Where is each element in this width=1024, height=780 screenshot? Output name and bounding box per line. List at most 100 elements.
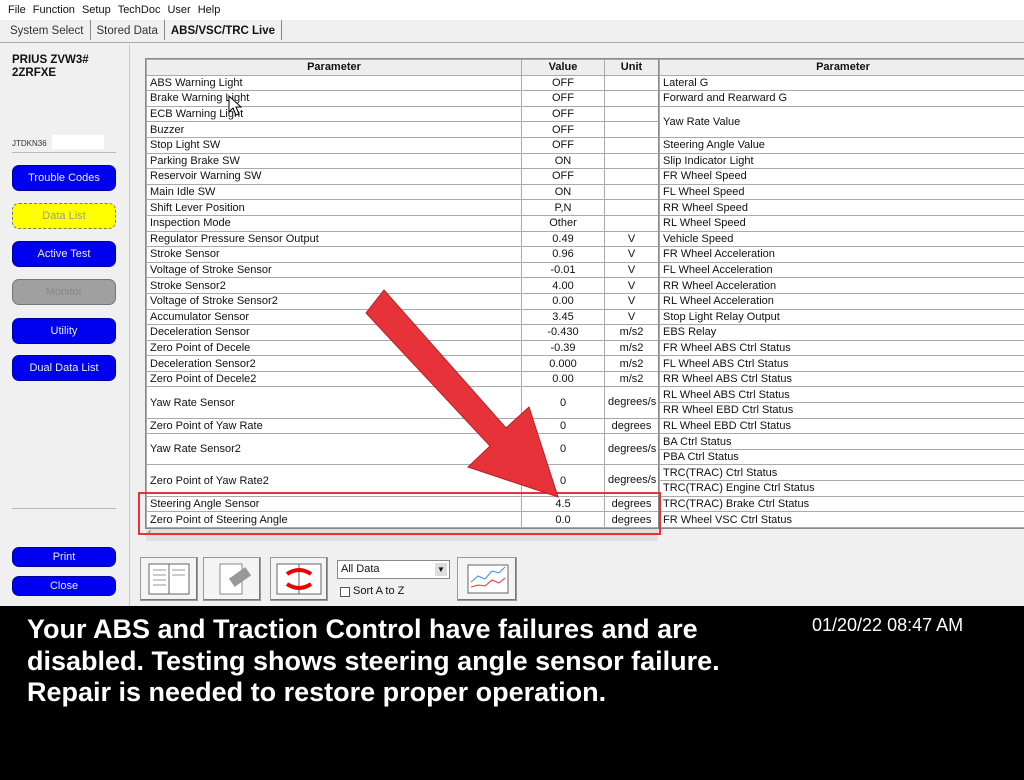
graph-button[interactable]	[457, 557, 517, 601]
divider	[12, 152, 116, 153]
table-row[interactable]: Deceleration Sensor2 0.000 m/s2	[146, 355, 659, 372]
table-row[interactable]: Shift Lever Position P,N	[146, 199, 659, 216]
utility-button[interactable]: Utility	[12, 318, 116, 344]
table-row[interactable]: Stroke Sensor2 4.00 V	[146, 277, 659, 294]
menu-techdoc[interactable]: TechDoc	[116, 0, 166, 20]
tab-stored-data[interactable]: Stored Data	[91, 20, 165, 40]
table-row[interactable]: Zero Point of Decele -0.39 m/s2	[146, 339, 659, 357]
table-row[interactable]: Buzzer OFF	[146, 121, 659, 138]
tab-system-select[interactable]: System Select	[4, 20, 91, 40]
menu-setup[interactable]: Setup	[80, 0, 116, 20]
table-row[interactable]: RR Wheel EBD Ctrl Status	[659, 402, 1024, 419]
print-button[interactable]: Print	[12, 547, 116, 567]
column-header-parameter[interactable]: Parameter	[659, 59, 1024, 76]
menu-function[interactable]: Function	[31, 0, 80, 20]
close-button[interactable]: Close	[12, 576, 116, 596]
table-row[interactable]: FL Wheel ABS Ctrl Status	[659, 355, 1024, 372]
column-header-value[interactable]: Value	[521, 59, 605, 76]
monitor-button[interactable]: Monitor	[12, 279, 116, 305]
edit-list-button[interactable]	[203, 557, 261, 601]
cell-param: Yaw Rate Sensor2	[146, 433, 522, 466]
table-row[interactable]: Stroke Sensor 0.96 V	[146, 246, 659, 263]
data-list-button[interactable]: Data List	[12, 203, 116, 229]
table-row[interactable]: Stop Light SW OFF	[146, 136, 659, 154]
table-row[interactable]: Vehicle Speed	[659, 230, 1024, 248]
table-row[interactable]: Zero Point of Yaw Rate 0 degrees	[146, 417, 659, 435]
sort-a-to-z-checkbox[interactable]	[340, 587, 350, 597]
table-row[interactable]: Voltage of Stroke Sensor2 0.00 V	[146, 292, 659, 310]
trouble-codes-button[interactable]: Trouble Codes	[12, 165, 116, 191]
table-row[interactable]: BA Ctrl Status	[659, 433, 1024, 450]
table-row[interactable]: Parking Brake SW ON	[146, 152, 659, 170]
cell-unit: m/s2	[604, 355, 659, 372]
cell-param: Zero Point of Decele2	[146, 370, 522, 388]
table-row[interactable]: Slip Indicator Light	[659, 152, 1024, 170]
table-row[interactable]: RR Wheel ABS Ctrl Status	[659, 370, 1024, 388]
table-row[interactable]: Regulator Pressure Sensor Output 0.49 V	[146, 230, 659, 248]
table-row[interactable]: Brake Warning Light OFF	[146, 90, 659, 107]
table-row[interactable]: FR Wheel Speed	[659, 168, 1024, 185]
table-row[interactable]: EBS Relay	[659, 324, 1024, 341]
cell-value: 0	[521, 386, 605, 419]
table-row[interactable]: Steering Angle Value	[659, 136, 1024, 154]
tab-abs-vsc-trc-live[interactable]: ABS/VSC/TRC Live	[165, 20, 283, 40]
column-header-parameter[interactable]: Parameter	[146, 59, 522, 76]
table-row[interactable]: FR Wheel ABS Ctrl Status	[659, 339, 1024, 357]
cell-param: RL Wheel EBD Ctrl Status	[659, 417, 1024, 435]
table-row[interactable]: Reservoir Warning SW OFF	[146, 168, 659, 185]
menu-user[interactable]: User	[165, 0, 195, 20]
table-row[interactable]: FL Wheel Speed	[659, 183, 1024, 201]
table-row[interactable]: Forward and Rearward G	[659, 90, 1024, 107]
table-row[interactable]: Main Idle SW ON	[146, 183, 659, 201]
table-row[interactable]: Yaw Rate Value	[659, 105, 1024, 138]
cell-param: Deceleration Sensor	[146, 324, 522, 341]
cell-param: Yaw Rate Value	[659, 105, 1024, 138]
column-header-unit[interactable]: Unit	[604, 59, 659, 76]
menu-file[interactable]: File	[6, 0, 31, 20]
table-row[interactable]: RL Wheel ABS Ctrl Status	[659, 386, 1024, 404]
table-row[interactable]: ABS Warning Light OFF	[146, 74, 659, 92]
table-row[interactable]: TRC(TRAC) Engine Ctrl Status	[659, 480, 1024, 497]
table-row[interactable]: PBA Ctrl Status	[659, 448, 1024, 466]
table-row[interactable]: Deceleration Sensor -0.430 m/s2	[146, 324, 659, 341]
table-row[interactable]: RL Wheel Speed	[659, 214, 1024, 232]
table-row[interactable]: TRC(TRAC) Ctrl Status	[659, 464, 1024, 482]
divider	[12, 508, 116, 509]
table-row[interactable]: Yaw Rate Sensor2 0 degrees/s	[146, 433, 659, 466]
table-row[interactable]: Voltage of Stroke Sensor -0.01 V	[146, 261, 659, 279]
cell-value: 0.96	[521, 246, 605, 263]
table-row[interactable]: FR Wheel VSC Ctrl Status	[659, 511, 1024, 528]
active-test-button[interactable]: Active Test	[12, 241, 116, 267]
table-row[interactable]: ECB Warning Light OFF	[146, 105, 659, 123]
table-row[interactable]: FL Wheel Acceleration	[659, 261, 1024, 279]
data-filter-dropdown[interactable]: All Data ▼	[337, 560, 450, 579]
table-row[interactable]: RL Wheel Acceleration	[659, 292, 1024, 310]
cell-param: Stop Light SW	[146, 136, 522, 154]
table-row[interactable]: FR Wheel Acceleration	[659, 246, 1024, 263]
tab-bar: System Select Stored Data ABS/VSC/TRC Li…	[0, 20, 1024, 43]
cell-unit	[604, 136, 659, 154]
table-row[interactable]: Lateral G	[659, 74, 1024, 92]
menu-help[interactable]: Help	[196, 0, 226, 20]
table-row[interactable]: Stop Light Relay Output	[659, 308, 1024, 326]
table-row[interactable]: TRC(TRAC) Brake Ctrl Status	[659, 495, 1024, 513]
swap-list-button[interactable]	[270, 557, 328, 601]
table-row[interactable]: Yaw Rate Sensor 0 degrees/s	[146, 386, 659, 419]
swap-arrows-icon	[276, 563, 322, 595]
dual-data-list-button[interactable]: Dual Data List	[12, 355, 116, 381]
cell-param: FL Wheel Speed	[659, 183, 1024, 201]
cell-param: BA Ctrl Status	[659, 433, 1024, 450]
table-row[interactable]: Zero Point of Decele2 0.00 m/s2	[146, 370, 659, 388]
table-row[interactable]: RR Wheel Acceleration	[659, 277, 1024, 294]
cell-param: Parking Brake SW	[146, 152, 522, 170]
parameter-list-button[interactable]	[140, 557, 198, 601]
table-row[interactable]: Accumulator Sensor 3.45 V	[146, 308, 659, 326]
scan-tool-window: File Function Setup TechDoc User Help Sy…	[0, 0, 1024, 606]
table-row[interactable]: Inspection Mode Other	[146, 214, 659, 232]
cell-param: Vehicle Speed	[659, 230, 1024, 248]
table-row[interactable]: RL Wheel EBD Ctrl Status	[659, 417, 1024, 435]
cell-unit: V	[604, 261, 659, 279]
cell-value: 0	[521, 433, 605, 466]
table-row[interactable]: RR Wheel Speed	[659, 199, 1024, 216]
cell-value: -0.39	[521, 339, 605, 357]
